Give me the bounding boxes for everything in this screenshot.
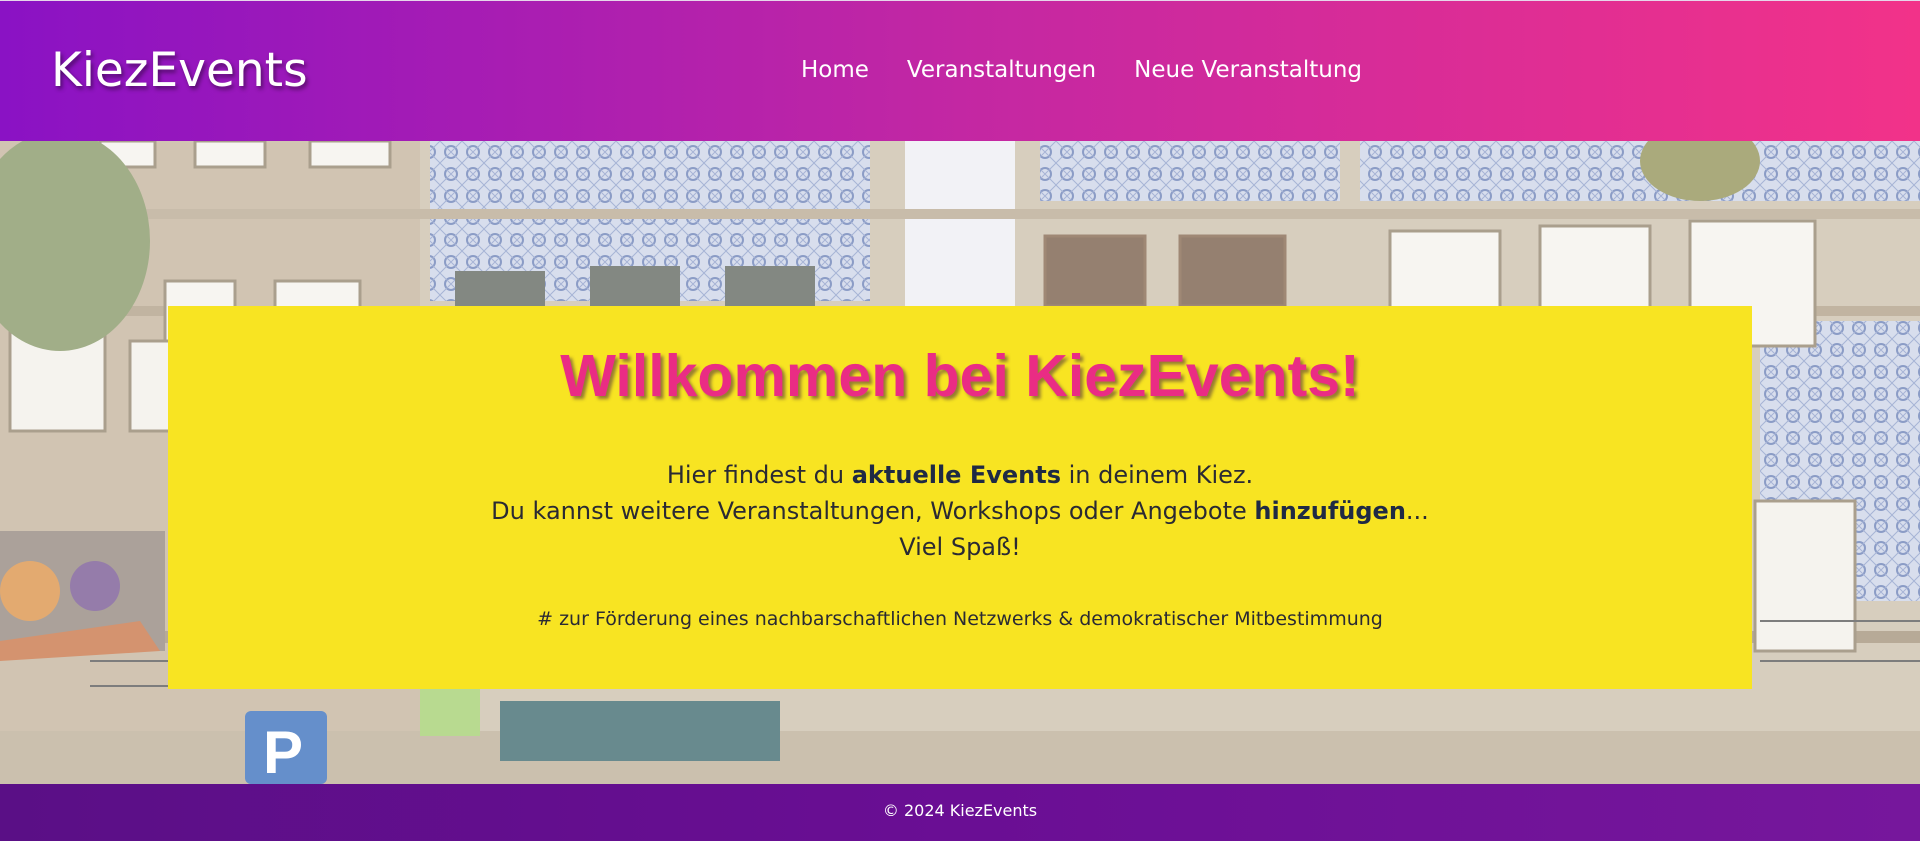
intro-line-1-post: in deinem Kiez. xyxy=(1060,461,1254,489)
welcome-text: Hier findest du aktuelle Events in deine… xyxy=(168,457,1752,565)
welcome-card: Willkommen bei KiezEvents! Hier findest … xyxy=(168,306,1752,689)
nav-veranstaltungen-link[interactable]: Veranstaltungen xyxy=(907,57,1096,83)
intro-line-2-post: ... xyxy=(1405,497,1429,525)
intro-line-2-pre: Du kannst weitere Veranstaltungen, Works… xyxy=(491,497,1255,525)
site-header: KiezEvents Home Veranstaltungen Neue Ver… xyxy=(0,0,1920,141)
site-footer: © 2024 KiezEvents xyxy=(0,784,1920,841)
welcome-title: Willkommen bei KiezEvents! xyxy=(560,343,1360,409)
nav-neue-veranstaltung-link[interactable]: Neue Veranstaltung xyxy=(1134,57,1362,83)
main-nav: Home Veranstaltungen Neue Veranstaltung xyxy=(801,57,1362,83)
intro-line-2: Du kannst weitere Veranstaltungen, Works… xyxy=(168,493,1752,529)
intro-line-2-bold: hinzufügen xyxy=(1254,497,1406,525)
brand-logo-link[interactable]: KiezEvents xyxy=(51,43,308,98)
intro-line-1-pre: Hier findest du xyxy=(666,461,852,489)
tagline: # zur Förderung eines nachbarschaftliche… xyxy=(537,608,1383,630)
footer-copyright: © 2024 KiezEvents xyxy=(882,801,1038,820)
intro-line-3: Viel Spaß! xyxy=(899,533,1021,561)
intro-line-1-bold: aktuelle Events xyxy=(851,461,1061,489)
nav-home-link[interactable]: Home xyxy=(801,57,869,83)
intro-line-1: Hier findest du aktuelle Events in deine… xyxy=(168,457,1752,493)
